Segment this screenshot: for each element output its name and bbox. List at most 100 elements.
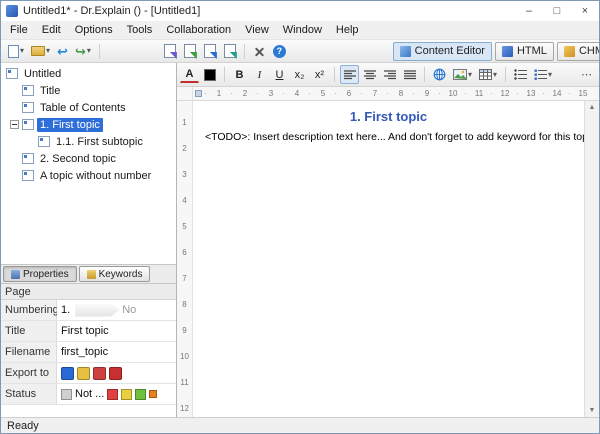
underline-button[interactable]: U [270,65,289,84]
redo-icon: ↪ [75,45,86,58]
export-webhelp-button[interactable] [161,41,179,61]
chevron-down-icon[interactable]: ▾ [493,71,497,79]
export-pdf-button[interactable] [221,41,239,61]
menu-file[interactable]: File [3,21,35,39]
align-center-icon [364,70,376,80]
tree-item-untitled[interactable]: Untitled [1,65,176,82]
toolbar-separator [224,67,225,82]
text-color-button[interactable] [200,65,219,84]
chevron-down-icon[interactable]: ▾ [46,47,50,55]
tree-item-label: A topic without number [37,169,154,183]
export-chm-button[interactable] [181,41,199,61]
collapse-icon[interactable] [10,120,19,129]
tree-item-topic-without-number[interactable]: A topic without number [1,167,176,184]
menu-tools[interactable]: Tools [120,21,160,39]
export-pdf-icon[interactable] [109,367,122,380]
tree-item-first-subtopic[interactable]: 1.1. First subtopic [1,133,176,150]
status-none-swatch[interactable] [61,389,72,400]
ruler-number: 1 [206,89,232,98]
status-value[interactable]: Not ... [57,384,176,404]
topic-heading[interactable]: 1. First topic [205,109,572,124]
editor-scrollbar[interactable]: ▲ ▼ [584,101,599,417]
properties-icon [11,270,20,279]
title-value[interactable]: First topic [57,321,176,341]
align-center-button[interactable] [360,65,379,84]
italic-button[interactable]: I [250,65,269,84]
bold-button[interactable]: B [230,65,249,84]
tree-item-second-topic[interactable]: 2. Second topic [1,150,176,167]
menu-window[interactable]: Window [276,21,329,39]
maximize-button[interactable]: □ [543,1,571,21]
status-yellow-swatch[interactable] [121,389,132,400]
hyperlink-button[interactable] [430,65,449,84]
toolbar-separator [334,67,335,82]
numbering-arrow-shape [75,304,119,317]
window-controls: – □ × [515,1,599,21]
status-red-swatch[interactable] [107,389,118,400]
menu-options[interactable]: Options [68,21,120,39]
editor-content[interactable]: 1. First topic <TODO>: Insert descriptio… [193,101,584,417]
chevron-down-icon[interactable]: ▾ [548,71,552,79]
undo-button[interactable]: ↩ [54,41,71,61]
html-preview-button[interactable]: HTML [495,42,554,61]
indent-marker[interactable] [195,90,202,97]
new-project-button[interactable]: ▾ [5,41,27,61]
menu-view[interactable]: View [238,21,276,39]
chevron-down-icon[interactable]: ▾ [87,47,91,55]
tree-item-title[interactable]: Title [1,82,176,99]
insert-image-button[interactable]: ▾ [450,65,475,84]
property-row-status: Status Not ... [1,384,176,405]
menu-edit[interactable]: Edit [35,21,68,39]
redo-button[interactable]: ↪ ▾ [72,41,94,61]
status-text: Not ... [75,388,104,400]
insert-table-button[interactable]: ▾ [476,65,500,84]
new-page-icon [8,45,19,58]
tab-keywords[interactable]: Keywords [79,266,151,282]
help-icon: ? [273,45,286,58]
filename-value[interactable]: first_topic [57,342,176,362]
scroll-up-icon[interactable]: ▲ [589,104,596,111]
page-icon [38,136,50,147]
subscript-button[interactable]: x₂ [290,65,309,84]
font-button[interactable]: A [180,66,199,83]
export-rtf-icon[interactable] [93,367,106,380]
numbering-value[interactable]: 1. No [57,300,176,320]
settings-button[interactable] [250,41,269,61]
content-editor-button[interactable]: Content Editor [393,42,492,61]
minimize-button[interactable]: – [515,1,543,21]
chevron-down-icon[interactable]: ▾ [20,47,24,55]
tree-item-toc[interactable]: Table of Contents [1,99,176,116]
open-project-button[interactable]: ▾ [28,41,53,61]
menu-collaboration[interactable]: Collaboration [159,21,238,39]
align-left-button[interactable] [340,65,359,84]
status-orange-swatch[interactable] [149,390,157,398]
tab-properties[interactable]: Properties [3,266,77,282]
topic-body-text[interactable]: <TODO>: Insert description text here... … [205,131,572,143]
chm-preview-button[interactable]: CHM [557,42,599,61]
superscript-button[interactable]: x² [310,65,329,84]
bullet-list-button[interactable] [511,65,530,84]
tree-item-label: 1. First topic [37,118,103,132]
close-button[interactable]: × [571,1,599,21]
ruler-number: 10 [440,89,466,98]
tree-item-first-topic[interactable]: 1. First topic [1,116,176,133]
menu-help[interactable]: Help [329,21,366,39]
chevron-down-icon[interactable]: ▾ [468,71,472,79]
align-right-button[interactable] [380,65,399,84]
editor-pane: A B I U x₂ x² [177,63,599,417]
scroll-down-icon[interactable]: ▼ [589,407,596,414]
help-button[interactable]: ? [270,41,289,61]
more-tools-button[interactable]: ⋯ [577,65,596,84]
ruler-number: 12 [180,395,189,417]
ruler-number: 2 [182,135,186,161]
export-chm-icon[interactable] [77,367,90,380]
status-label: Status [1,384,57,404]
ruler-number: 10 [180,343,189,369]
numbered-list-icon [534,69,547,80]
export-html-icon[interactable] [61,367,74,380]
export-rtf-button[interactable] [201,41,219,61]
numbered-list-button[interactable]: ▾ [531,65,555,84]
align-justify-button[interactable] [400,65,419,84]
status-green-swatch[interactable] [135,389,146,400]
ruler-number: 15 [570,89,596,98]
